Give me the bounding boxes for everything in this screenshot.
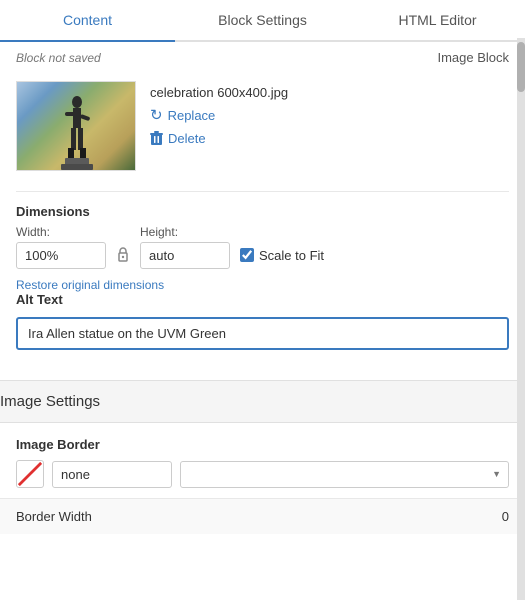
- scale-to-fit-label: Scale to Fit: [259, 248, 324, 263]
- width-group: Width:: [16, 225, 106, 269]
- width-label: Width:: [16, 225, 106, 239]
- tab-content[interactable]: Content: [0, 0, 175, 42]
- image-settings-title: Image Settings: [0, 393, 525, 410]
- border-color-swatch[interactable]: [16, 460, 44, 488]
- main-content: celebration 600x400.jpg ↻ Replace: [0, 69, 525, 380]
- alt-text-title: Alt Text: [16, 292, 509, 307]
- dimensions-title: Dimensions: [16, 204, 509, 219]
- delete-label: Delete: [168, 131, 206, 146]
- image-border-label: Image Border: [16, 437, 509, 452]
- border-width-label: Border Width: [16, 509, 92, 524]
- restore-dimensions-link[interactable]: Restore original dimensions: [16, 278, 164, 292]
- height-label: Height:: [140, 225, 230, 239]
- replace-icon: ↻: [150, 108, 163, 123]
- image-filename: celebration 600x400.jpg: [150, 85, 288, 100]
- scale-fit-group: Scale to Fit: [240, 248, 324, 263]
- block-not-saved-text: Block not saved: [16, 51, 101, 65]
- tabs-bar: Content Block Settings HTML Editor: [0, 0, 525, 42]
- scrollbar-thumb[interactable]: [517, 42, 525, 92]
- border-section-wrapper: Image Border Border Width 0: [0, 423, 525, 534]
- border-row: [16, 460, 509, 488]
- divider-1: [16, 191, 509, 192]
- header-row: Block not saved Image Block: [0, 42, 525, 69]
- replace-label: Replace: [168, 108, 216, 123]
- lock-icon: [116, 246, 130, 265]
- alt-text-input[interactable]: [16, 317, 509, 350]
- image-info: celebration 600x400.jpg ↻ Replace: [150, 81, 288, 146]
- scale-to-fit-checkbox[interactable]: [240, 248, 254, 262]
- delete-link[interactable]: Delete: [150, 131, 288, 146]
- image-thumbnail: [16, 81, 136, 171]
- replace-link[interactable]: ↻ Replace: [150, 108, 288, 123]
- border-style-input[interactable]: [52, 461, 172, 488]
- image-settings-section: Image Settings: [0, 380, 525, 423]
- image-section: celebration 600x400.jpg ↻ Replace: [16, 81, 509, 171]
- statue-svg: [47, 90, 107, 170]
- height-input[interactable]: [140, 242, 230, 269]
- tab-html-editor[interactable]: HTML Editor: [350, 0, 525, 42]
- height-group: Height:: [140, 225, 230, 269]
- border-color-select[interactable]: [180, 461, 509, 488]
- scrollbar-track[interactable]: [517, 38, 525, 600]
- tab-block-settings[interactable]: Block Settings: [175, 0, 350, 42]
- border-width-value: 0: [502, 509, 509, 524]
- alt-text-section: Alt Text: [16, 292, 509, 350]
- dimensions-section: Dimensions Width: Height:: [16, 204, 509, 292]
- border-width-row: Border Width 0: [0, 498, 525, 534]
- page-wrapper: Content Block Settings HTML Editor Block…: [0, 0, 525, 600]
- dimensions-row: Width: Height: Scale to Fit: [16, 225, 509, 269]
- image-block-label: Image Block: [437, 50, 509, 65]
- delete-icon: [150, 131, 163, 146]
- border-color-wrapper: [180, 461, 509, 488]
- width-input[interactable]: [16, 242, 106, 269]
